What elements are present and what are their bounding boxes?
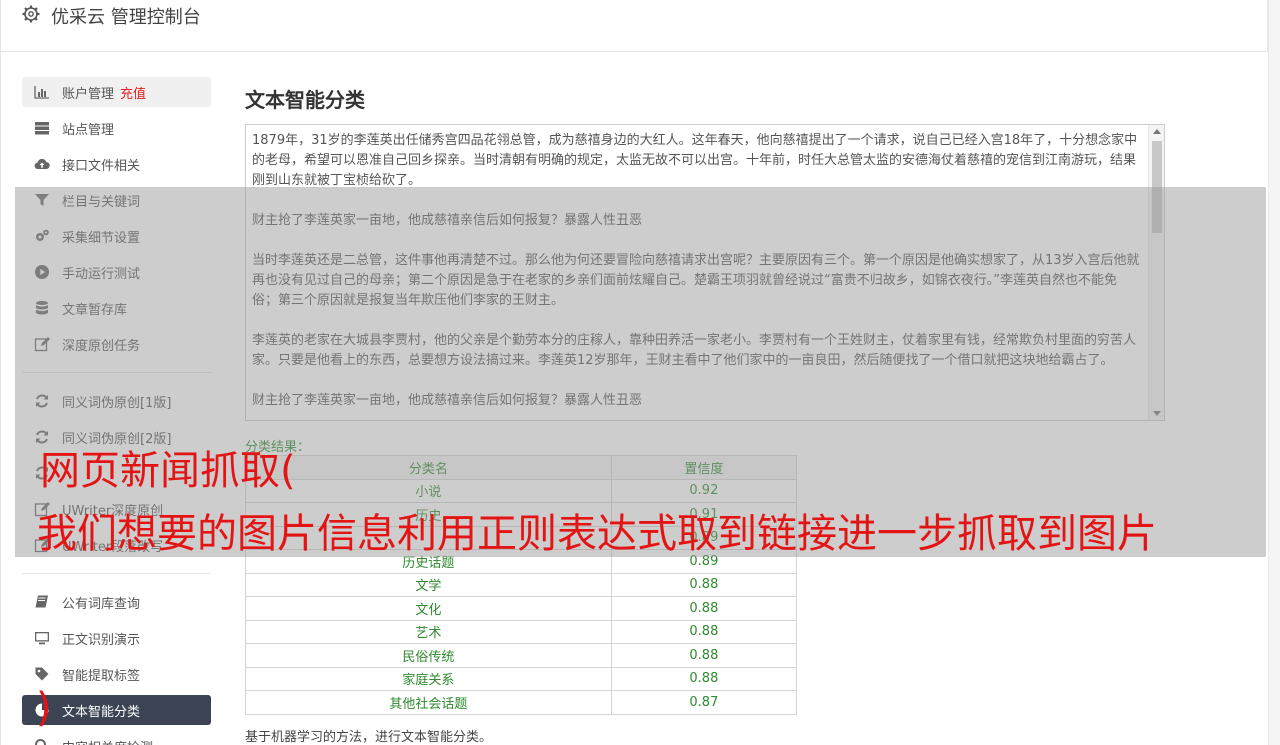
search-icon bbox=[35, 739, 46, 745]
top-bar: 优采云 管理控制台 bbox=[0, 0, 1268, 52]
description-text: 基于机器学习的方法，进行文本智能分类。 bbox=[245, 730, 493, 745]
confidence-cell: 0.87 bbox=[610, 690, 798, 715]
server-icon bbox=[35, 122, 49, 135]
desktop-icon bbox=[35, 632, 49, 645]
sidebar-item-label: 站点管理 bbox=[62, 122, 115, 138]
confidence-cell: 0.88 bbox=[610, 619, 798, 644]
table-row: 民俗传统 0.88 bbox=[245, 643, 798, 668]
sidebar-item-label: 智能提取标签 bbox=[62, 668, 141, 684]
sidebar-item-interface-files[interactable]: 接口文件相关 bbox=[22, 149, 211, 179]
confidence-cell: 0.88 bbox=[610, 666, 798, 691]
tag-icon bbox=[35, 667, 49, 681]
category-cell: 其他社会话题 bbox=[245, 690, 612, 715]
table-row: 家庭关系 0.88 bbox=[245, 666, 798, 691]
sidebar-item-public-dictionary[interactable]: 公有词库查询 bbox=[22, 587, 211, 617]
app-title: 优采云 管理控制台 bbox=[51, 7, 201, 28]
category-cell: 文学 bbox=[245, 572, 612, 597]
gray-overlay-band bbox=[15, 187, 1266, 557]
table-row: 其他社会话题 0.87 bbox=[245, 690, 798, 715]
sidebar-item-label: 账户管理 bbox=[62, 86, 115, 102]
recharge-link[interactable]: 充值 bbox=[120, 83, 146, 102]
sidebar-item-text-recognition[interactable]: 正文识别演示 bbox=[22, 623, 211, 653]
sidebar-item-relevance-check[interactable]: 内容相关度检测 bbox=[22, 731, 211, 745]
sidebar-item-label: 文本智能分类 bbox=[62, 704, 141, 720]
confidence-cell: 0.88 bbox=[610, 643, 798, 668]
table-row: 文化 0.88 bbox=[245, 596, 798, 621]
sidebar-item-label: 内容相关度检测 bbox=[62, 737, 153, 745]
category-cell: 艺术 bbox=[245, 619, 612, 644]
book-icon bbox=[35, 595, 48, 608]
watermark-line-1: 网页新闻抓取( bbox=[40, 448, 296, 494]
sidebar-item-sites[interactable]: 站点管理 bbox=[22, 113, 211, 143]
sidebar-item-label: 接口文件相关 bbox=[62, 158, 141, 174]
page-title: 文本智能分类 bbox=[245, 88, 365, 112]
category-cell: 家庭关系 bbox=[245, 666, 612, 691]
category-cell: 文化 bbox=[245, 596, 612, 621]
sidebar-item-label: 正文识别演示 bbox=[62, 632, 141, 648]
confidence-cell: 0.88 bbox=[610, 596, 798, 621]
article-paragraph: 1879年，31岁的李莲英出任储秀宫四品花翎总管，成为慈禧身边的大红人。这年春天… bbox=[252, 133, 1138, 188]
category-cell: 民俗传统 bbox=[245, 643, 612, 668]
sidebar-item-label: 公有词库查询 bbox=[62, 596, 141, 612]
watermark-line-2: 我们想要的图片信息利用正则表达式取到链接进一步抓取到图片 bbox=[37, 511, 1157, 557]
sidebar-divider bbox=[22, 573, 211, 574]
page-scrollbar[interactable] bbox=[1268, 0, 1280, 745]
bar-chart-icon bbox=[34, 86, 49, 99]
sidebar-item-account[interactable]: 账户管理 充值 bbox=[22, 77, 211, 107]
scroll-up-icon[interactable] bbox=[1153, 129, 1161, 134]
gear-icon bbox=[22, 5, 40, 23]
watermark-line-3: ) bbox=[36, 685, 52, 731]
cloud-upload-icon bbox=[34, 158, 50, 170]
confidence-cell: 0.88 bbox=[610, 572, 798, 597]
table-row: 文学 0.88 bbox=[245, 572, 798, 597]
table-row: 艺术 0.88 bbox=[245, 619, 798, 644]
